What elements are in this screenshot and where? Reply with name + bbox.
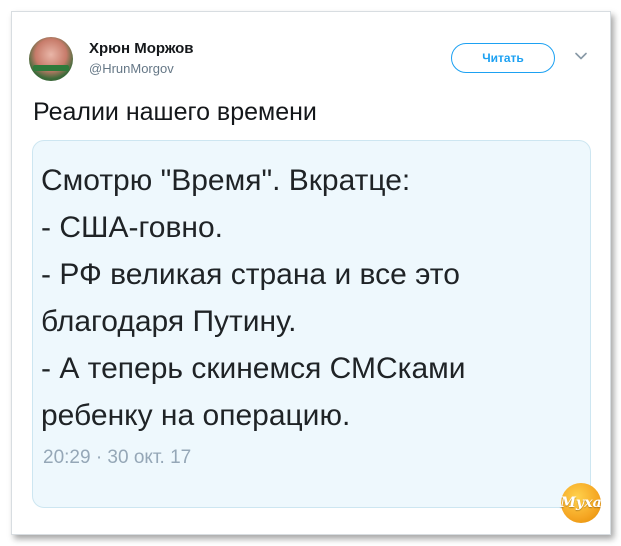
avatar-band	[33, 65, 69, 71]
avatar[interactable]	[29, 37, 73, 81]
tweet-text: Реалии нашего времени	[33, 98, 317, 126]
chevron-down-icon[interactable]	[575, 50, 587, 62]
user-handle[interactable]: @HrunMorgov	[89, 61, 174, 76]
quote-line: Смотрю "Время". Вкратце:	[41, 164, 411, 197]
quote-line: - А теперь скинемся СМСками	[41, 352, 466, 385]
quoted-image[interactable]: Смотрю "Время". Вкратце: - США-говно. - …	[32, 140, 591, 508]
quote-line: ребенку на операцию.	[41, 399, 351, 432]
quote-timestamp: 20:29 · 30 окт. 17	[43, 447, 192, 468]
display-name[interactable]: Хрюн Моржов	[89, 40, 193, 57]
follow-button[interactable]: Читать	[451, 43, 555, 73]
watermark-logo: Муха	[560, 483, 602, 523]
watermark-text: Муха	[560, 495, 602, 511]
quote-line: - США-говно.	[41, 211, 223, 244]
quote-line: - РФ великая страна и все это	[41, 258, 460, 291]
quote-line: благодаря Путину.	[41, 305, 297, 338]
